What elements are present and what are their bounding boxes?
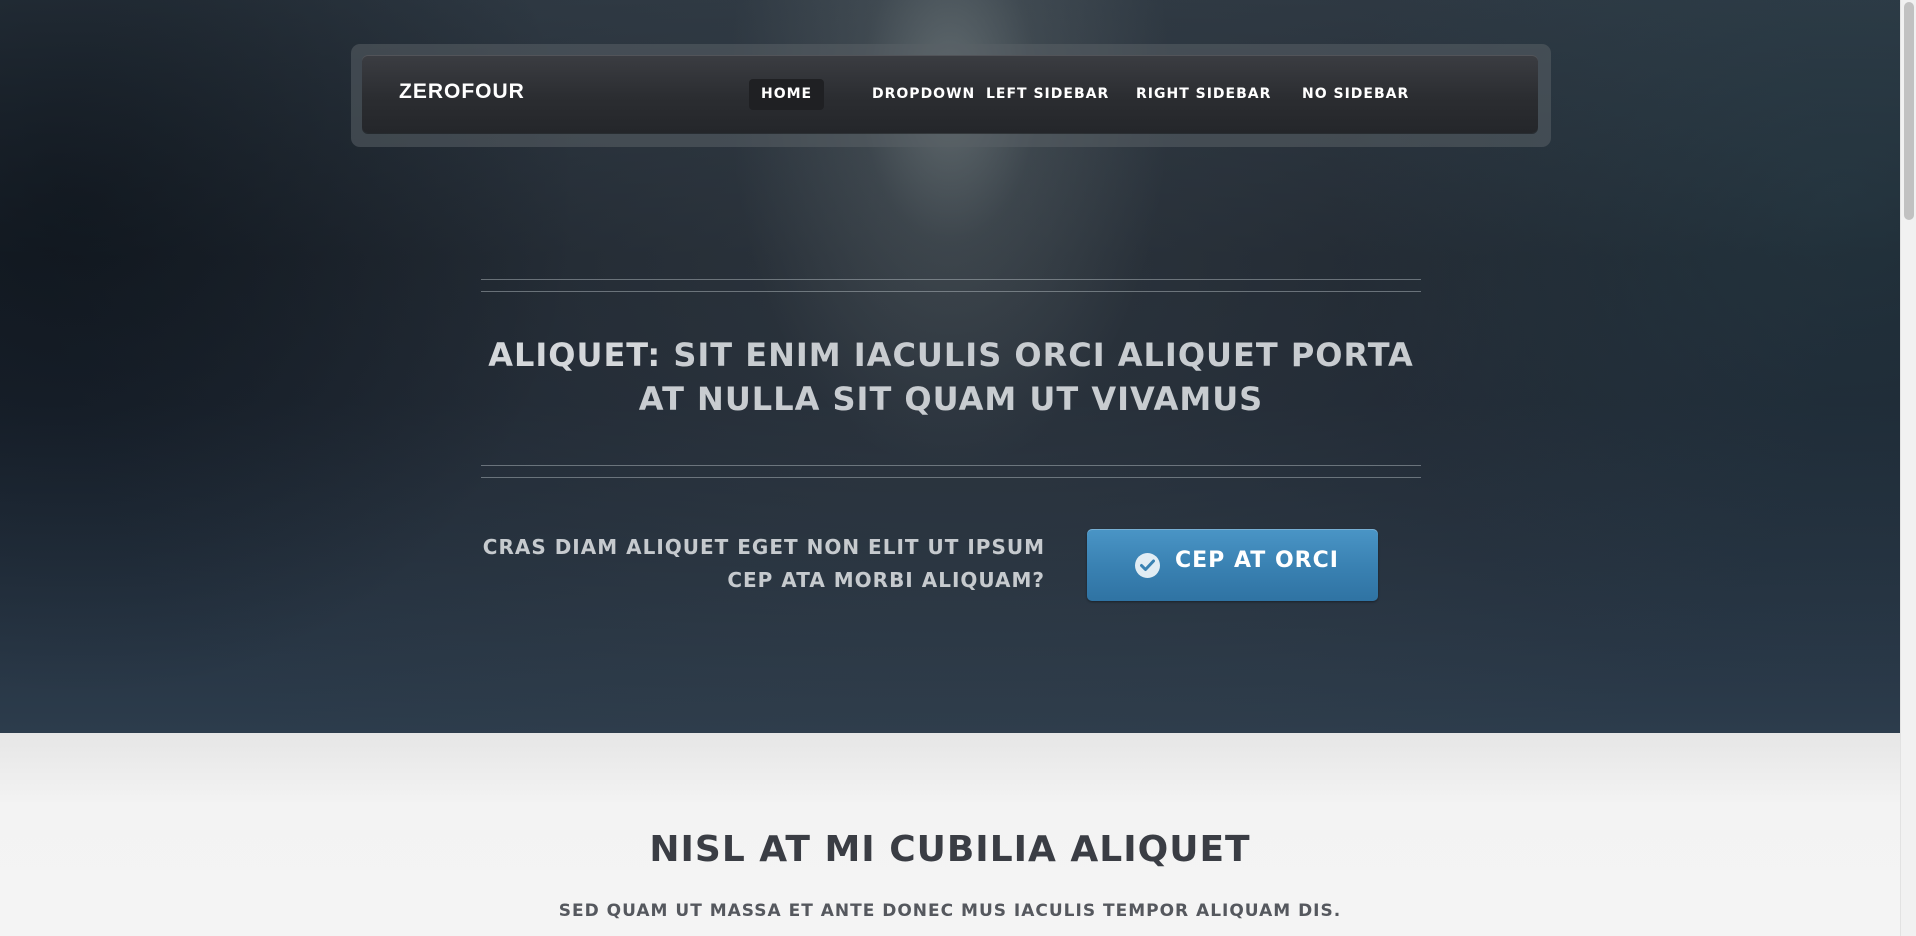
site-logo[interactable]: ZEROFOUR	[399, 80, 525, 104]
divider-bottom	[481, 465, 1421, 478]
main-title: NISL AT MI CUBILIA ALIQUET	[649, 829, 1251, 870]
hero-title: ALIQUET: SIT ENIM IACULIS ORCI ALIQUET P…	[481, 333, 1421, 421]
page-scrollbar[interactable]	[1900, 0, 1916, 936]
hero-title-rest: SIT ENIM IACULIS ORCI ALIQUET PORTA AT N…	[638, 336, 1414, 418]
cta-button[interactable]: CEP AT ORCI	[1087, 529, 1378, 601]
nav-item-dropdown[interactable]: DROPDOWN	[872, 79, 975, 110]
nav-item-home[interactable]: HOME	[749, 79, 825, 110]
hero-header: ZEROFOUR HOME DROPDOWN LEFT SIDEBAR RIGH…	[0, 0, 1916, 733]
nav-item-left-sidebar[interactable]: LEFT SIDEBAR	[986, 79, 1109, 110]
hero-title-strong: ALIQUET:	[488, 336, 662, 374]
cta-button-label: CEP AT ORCI	[1175, 548, 1339, 573]
divider-top	[481, 279, 1421, 292]
cta-text: CRAS DIAM ALIQUET EGET NON ELIT UT IPSUM…	[482, 535, 1045, 592]
main-section: NISL AT MI CUBILIA ALIQUET SED QUAM UT M…	[0, 733, 1916, 936]
nav-item-no-sidebar[interactable]: NO SIDEBAR	[1302, 79, 1409, 110]
nav-bar: ZEROFOUR HOME DROPDOWN LEFT SIDEBAR RIGH…	[362, 55, 1538, 133]
scrollbar-thumb[interactable]	[1904, 2, 1914, 220]
main-subtitle: SED QUAM UT MASSA ET ANTE DONEC MUS IACU…	[558, 901, 1342, 921]
nav-frame: ZEROFOUR HOME DROPDOWN LEFT SIDEBAR RIGH…	[351, 44, 1551, 147]
nav-item-right-sidebar[interactable]: RIGHT SIDEBAR	[1136, 79, 1271, 110]
check-circle-icon	[1135, 553, 1160, 578]
